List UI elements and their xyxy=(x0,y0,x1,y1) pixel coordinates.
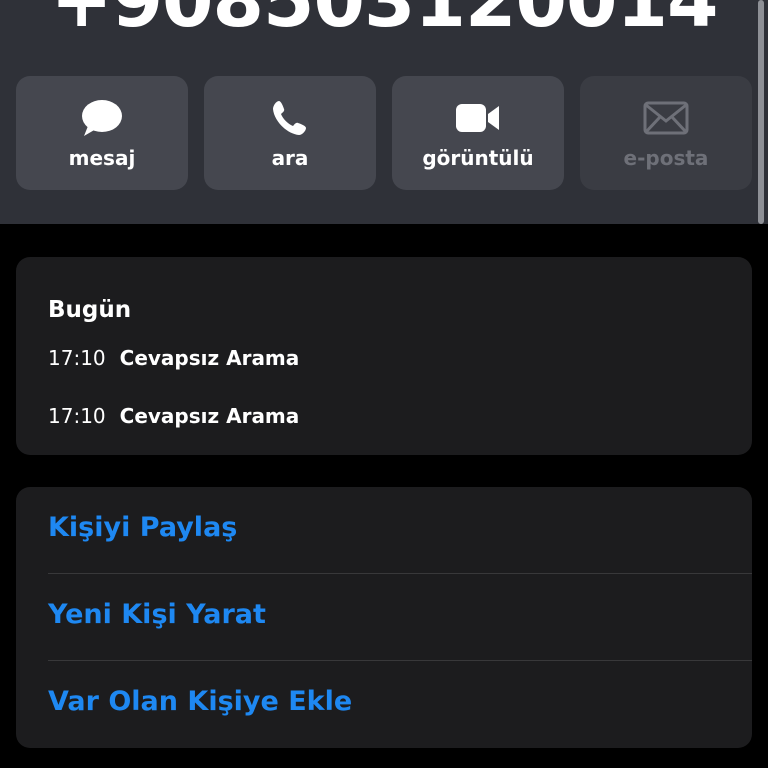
add-to-existing-contact-link[interactable]: Var Olan Kişiye Ekle xyxy=(48,686,352,717)
divider xyxy=(48,573,752,574)
video-call-button-label: görüntülü xyxy=(422,146,534,170)
call-history-entry: 17:10 Cevapsız Arama xyxy=(48,346,299,370)
call-time: 17:10 xyxy=(48,346,106,370)
call-button-label: ara xyxy=(271,146,309,170)
video-call-button[interactable]: görüntülü xyxy=(392,76,564,190)
message-bubble-icon xyxy=(16,98,188,138)
call-history-entry: 17:10 Cevapsız Arama xyxy=(48,404,299,428)
email-button-label: e-posta xyxy=(623,146,709,170)
contact-phone-number: +908503120014 xyxy=(50,0,719,44)
message-button[interactable]: mesaj xyxy=(16,76,188,190)
phone-icon xyxy=(204,98,376,138)
quick-actions: mesaj ara görüntülü e-posta xyxy=(16,76,752,190)
email-button[interactable]: e-posta xyxy=(580,76,752,190)
call-type: Cevapsız Arama xyxy=(119,346,300,370)
message-button-label: mesaj xyxy=(68,146,136,170)
call-history-card: Bugün 17:10 Cevapsız Arama 17:10 Cevapsız … xyxy=(16,257,752,455)
call-type: Cevapsız Arama xyxy=(119,404,300,428)
scrollbar[interactable] xyxy=(758,0,764,224)
contact-options-card: Kişiyi Paylaş Yeni Kişi Yarat Var Olan K… xyxy=(16,487,752,748)
share-contact-link[interactable]: Kişiyi Paylaş xyxy=(48,512,237,543)
contact-header: +908503120014 mesaj ara görüntülü e-post… xyxy=(0,0,768,224)
call-history-title: Bugün xyxy=(48,297,132,323)
call-time: 17:10 xyxy=(48,404,106,428)
envelope-icon xyxy=(580,98,752,138)
divider xyxy=(48,660,752,661)
video-camera-icon xyxy=(392,98,564,138)
call-button[interactable]: ara xyxy=(204,76,376,190)
create-new-contact-link[interactable]: Yeni Kişi Yarat xyxy=(48,599,266,630)
